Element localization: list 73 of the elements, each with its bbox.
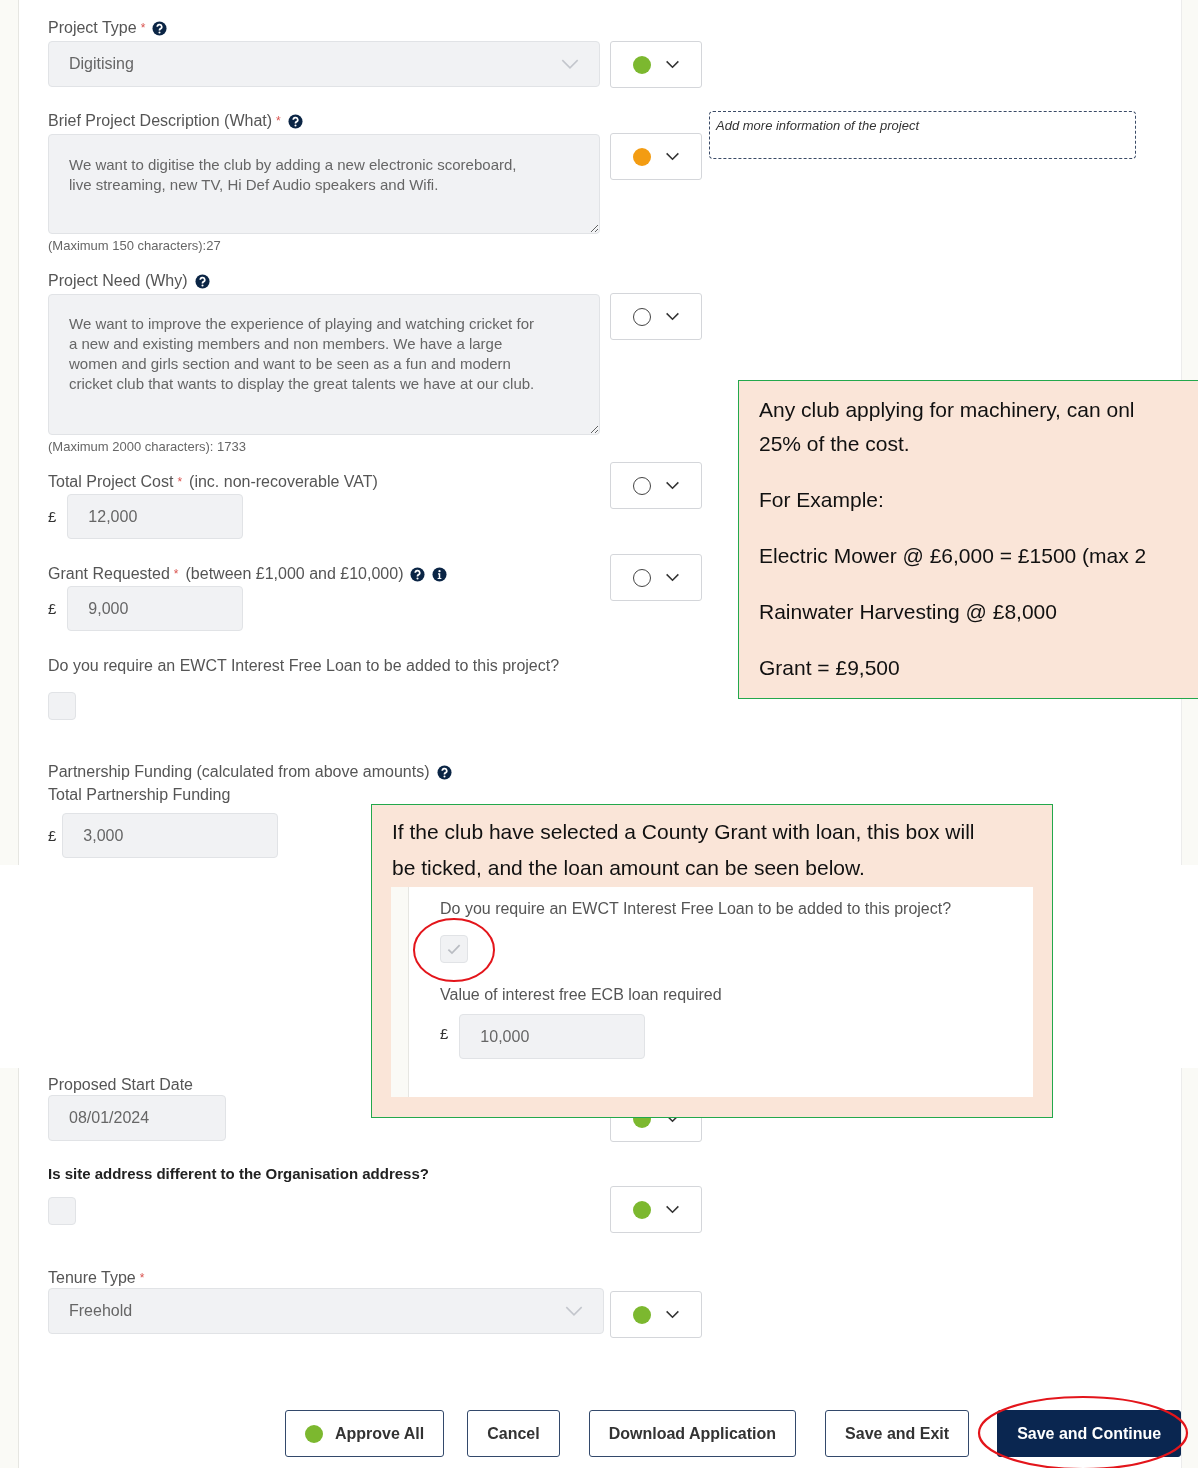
callout-text: Grant = £9,500 (759, 655, 900, 681)
currency-symbol: £ (440, 1024, 449, 1042)
field-label: Brief Project Description (What) (48, 111, 273, 131)
field-sublabel: Total Partnership Funding (48, 785, 232, 805)
amount-field[interactable]: 12,000 (67, 494, 244, 539)
checkbox[interactable] (48, 692, 76, 720)
chevron-icon (565, 1305, 583, 1317)
field-label: Partnership Funding (calculated from above amounts) (48, 762, 430, 782)
field-label: Do you require an EWCT Interest Free Loan to be added to this project? (48, 656, 560, 676)
amount-field[interactable]: 9,000 (67, 586, 244, 631)
required-asterisk: * (139, 1270, 145, 1287)
field-hint: (inc. non-recoverable VAT) (189, 472, 378, 492)
status-dropdown[interactable] (610, 41, 702, 88)
currency-symbol: £ (48, 600, 57, 617)
chevron-icon (664, 573, 680, 582)
help-icon[interactable] (287, 113, 303, 129)
select-field[interactable]: Digitising (48, 41, 600, 87)
field-label: Tenure Type (48, 1268, 136, 1288)
status-dropdown[interactable] (610, 1186, 702, 1233)
amount-field[interactable]: 3,000 (62, 813, 279, 858)
required-asterisk: * (140, 20, 146, 37)
chevron-icon (664, 481, 680, 490)
status-dropdown[interactable] (610, 133, 702, 180)
note-field[interactable]: Add more information of the project (709, 111, 1136, 159)
chevron-icon (664, 312, 680, 321)
required-asterisk: * (173, 566, 179, 583)
chevron-icon (561, 58, 579, 70)
checkbox[interactable] (48, 1197, 76, 1225)
callout-text: Any club applying for machinery, can onl (759, 397, 1135, 423)
chevron-icon (664, 1205, 680, 1214)
character-counter: (Maximum 2000 characters): 1733 (48, 439, 247, 454)
currency-symbol: £ (48, 508, 57, 525)
field-label: Grant Requested (48, 564, 170, 584)
field-label: Do you require an EWCT Interest Free Loan to be added to this project? (440, 899, 952, 919)
field-label: Proposed Start Date (48, 1075, 193, 1095)
status-dropdown[interactable] (610, 554, 702, 601)
field-label: Total Project Cost (48, 472, 174, 492)
currency-symbol: £ (48, 827, 57, 844)
callout-text: If the club have selected a County Grant with loan, this box will be ticked, and the loan amount can be seen below. (391, 819, 976, 881)
help-icon[interactable] (410, 566, 426, 582)
info-icon[interactable] (432, 566, 448, 582)
action-button[interactable]: Cancel (467, 1410, 560, 1457)
action-button[interactable]: Download Application (588, 1410, 797, 1457)
action-button[interactable]: Approve All (285, 1410, 445, 1457)
field-label: Is site address different to the Organisation address? (48, 1164, 429, 1184)
callout-text: Rainwater Harvesting @ £8,000 (759, 599, 1057, 625)
chevron-icon (664, 60, 680, 69)
select-field[interactable]: Freehold (48, 1288, 604, 1334)
status-dropdown[interactable] (610, 293, 702, 340)
field-label: Value of interest free ECB loan required (440, 985, 723, 1005)
help-icon[interactable] (436, 764, 452, 780)
action-button[interactable]: Save and Exit (825, 1410, 970, 1457)
required-asterisk: * (276, 113, 281, 130)
chevron-icon (664, 1310, 680, 1319)
action-button[interactable]: Save and Continue (997, 1410, 1182, 1457)
text-area[interactable]: We want to digitise the club by adding a new electronic scoreboard, live streaming, new TV, Hi Def Audio speakers and Wifi. (48, 134, 600, 234)
help-icon[interactable] (152, 20, 168, 36)
callout-text: Electric Mower @ £6,000 = £1500 (max 2 (759, 543, 1147, 569)
field-hint: (between £1,000 and £10,000) (185, 564, 404, 584)
chevron-icon (664, 152, 680, 161)
checkbox[interactable] (440, 935, 468, 963)
amount-field[interactable]: 10,000 (459, 1014, 646, 1059)
character-counter: (Maximum 150 characters):27 (48, 238, 222, 253)
date-field[interactable]: 08/01/2024 (48, 1095, 226, 1141)
required-asterisk: * (177, 474, 183, 491)
callout-text: 25% of the cost. (759, 431, 910, 457)
field-label: Project Type (48, 18, 137, 38)
help-icon[interactable] (194, 273, 210, 289)
status-dropdown[interactable] (610, 1291, 702, 1338)
callout-text: For Example: (759, 487, 884, 513)
field-label: Project Need (Why) (48, 271, 188, 291)
text-area[interactable]: We want to improve the experience of playing and watching cricket for a new and existing members and non members. We have a large women and girls section and want to be seen as a fun and modern cricket club that wants to display the great talents we have at our club. (48, 294, 600, 435)
status-dropdown[interactable] (610, 462, 702, 509)
